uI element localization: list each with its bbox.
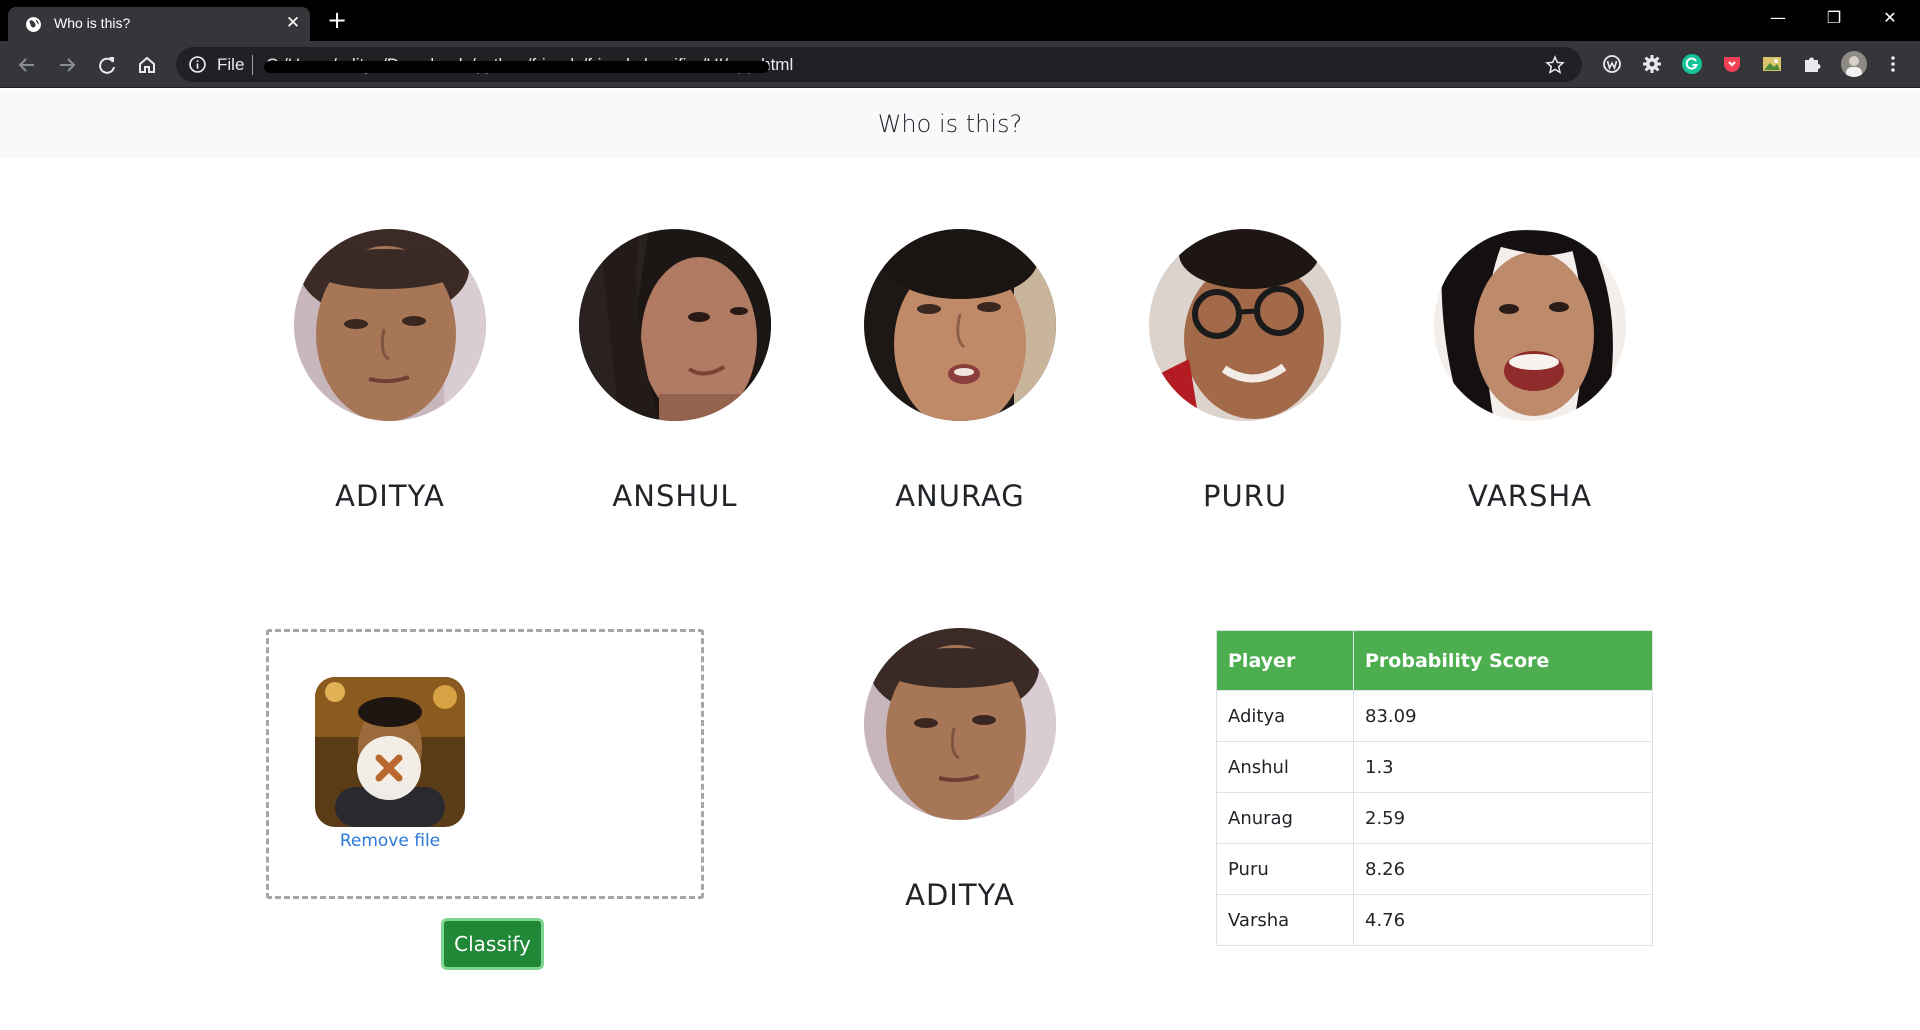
person-card-anshul: ANSHUL (578, 229, 772, 513)
avatar (579, 229, 771, 421)
minimize-button[interactable]: — (1750, 0, 1806, 36)
address-bar[interactable]: File C:/Users/aditya/Downloads/python/fr… (176, 47, 1582, 82)
player-cell: Varsha (1216, 894, 1354, 946)
score-cell: 1.3 (1353, 741, 1653, 793)
avatar (294, 229, 486, 421)
table-row: Puru 8.26 (1216, 843, 1653, 895)
pocket-icon[interactable] (1721, 53, 1743, 75)
kebab-menu-icon[interactable] (1882, 53, 1904, 75)
profile-avatar-icon[interactable] (1840, 50, 1868, 78)
star-icon[interactable] (1544, 54, 1566, 76)
table-row: Anshul 1.3 (1216, 741, 1653, 793)
reload-icon[interactable] (93, 51, 121, 79)
file-dropzone[interactable]: Remove file (266, 629, 704, 899)
table-header-row: Player Probability Score (1216, 630, 1653, 691)
info-icon[interactable] (189, 56, 206, 73)
person-card-anurag: ANURAG (863, 229, 1057, 513)
person-card-puru: PURU (1148, 229, 1342, 513)
person-card-aditya: ADITYA (293, 229, 487, 513)
person-name: ADITYA (335, 479, 445, 513)
person-card-varsha: VARSHA (1433, 229, 1627, 513)
image-extension-icon[interactable] (1761, 53, 1783, 75)
address-separator (252, 55, 253, 75)
player-cell: Puru (1216, 843, 1354, 895)
score-cell: 8.26 (1353, 843, 1653, 895)
browser-tab-strip: Who is this? ✕ + — ❐ ✕ (0, 0, 1920, 41)
page-header: Who is this? (0, 89, 1920, 158)
remove-file-link[interactable]: Remove file (315, 831, 465, 851)
column-header-player: Player (1216, 630, 1354, 691)
table-row: Varsha 4.76 (1216, 894, 1653, 946)
tab-close-icon[interactable]: ✕ (282, 12, 304, 34)
result-name: ADITYA (905, 878, 1015, 912)
probability-table: Player Probability Score Aditya 83.09 An… (1216, 630, 1653, 946)
player-cell: Anurag (1216, 792, 1354, 844)
extension-gear-icon[interactable] (1641, 53, 1663, 75)
new-tab-button[interactable]: + (322, 7, 352, 35)
score-cell: 2.59 (1353, 792, 1653, 844)
url-redaction (264, 61, 769, 73)
result-card: ADITYA (863, 628, 1057, 912)
person-name: ANURAG (895, 479, 1025, 513)
table-row: Aditya 83.09 (1216, 690, 1653, 742)
restore-button[interactable]: ❐ (1806, 0, 1862, 36)
remove-file-x-icon[interactable] (357, 736, 421, 800)
table-row: Anurag 2.59 (1216, 792, 1653, 844)
grammarly-icon[interactable] (1681, 53, 1703, 75)
player-cell: Aditya (1216, 690, 1354, 742)
column-header-score: Probability Score (1353, 630, 1653, 691)
close-window-button[interactable]: ✕ (1862, 0, 1918, 36)
back-icon[interactable] (13, 51, 41, 79)
globe-icon (26, 17, 41, 32)
person-name: VARSHA (1467, 479, 1593, 513)
person-name: ANSHUL (612, 479, 738, 513)
score-cell: 83.09 (1353, 690, 1653, 742)
result-avatar (864, 628, 1056, 820)
person-name: PURU (1202, 479, 1288, 513)
extension-w-icon[interactable] (1601, 53, 1623, 75)
browser-toolbar: File C:/Users/aditya/Downloads/python/fr… (0, 41, 1920, 88)
classify-button[interactable]: Classify (441, 918, 544, 970)
avatar (864, 229, 1056, 421)
avatar (1149, 229, 1341, 421)
score-cell: 4.76 (1353, 894, 1653, 946)
forward-icon[interactable] (53, 51, 81, 79)
player-cell: Anshul (1216, 741, 1354, 793)
tab-title: Who is this? (54, 15, 131, 31)
home-icon[interactable] (133, 51, 161, 79)
url-scheme-label: File (217, 55, 245, 74)
avatar (1434, 229, 1626, 421)
browser-tab[interactable]: Who is this? ✕ (8, 7, 310, 41)
puzzle-icon[interactable] (1801, 53, 1823, 75)
page-title: Who is this? (877, 110, 1023, 138)
